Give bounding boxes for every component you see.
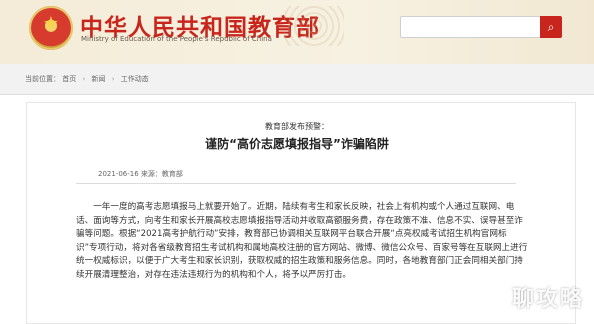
divider	[76, 183, 516, 184]
site-subtitle: Ministry of Education of the People's Re…	[81, 35, 272, 43]
search-box[interactable]: ⌕	[400, 16, 562, 38]
decorative-pattern	[284, 6, 344, 46]
breadcrumb-home[interactable]: 首页	[62, 75, 76, 83]
breadcrumb-separator: ›	[111, 75, 115, 83]
breadcrumb-label: 当前位置：	[25, 75, 60, 83]
breadcrumb-work-news[interactable]: 工作动态	[121, 75, 149, 83]
national-emblem-icon[interactable]: ★	[29, 6, 73, 50]
breadcrumb-bar: 当前位置： 首页 › 新闻 › 工作动态	[0, 64, 594, 95]
search-icon: ⌕	[547, 20, 555, 34]
article-kicker: 教育部发布预警：	[265, 122, 329, 131]
watermark: 聊攻略	[511, 287, 584, 312]
emblem-star-icon: ★	[42, 13, 60, 34]
article-body: 一年一度的高考志愿填报马上就要开始了。近期，陆续有考生和家长反映，社会上有机构或…	[76, 202, 528, 280]
article-meta: 2021-06-16 来源：教育部	[98, 170, 183, 178]
article-title: 谨防“高价志愿填报指导”诈骗陷阱	[205, 137, 389, 151]
breadcrumb: 当前位置： 首页 › 新闻 › 工作动态	[25, 74, 149, 84]
breadcrumb-separator: ›	[82, 75, 86, 83]
search-button[interactable]: ⌕	[540, 16, 562, 38]
site-header: ★ 中华人民共和国教育部 Ministry of Education of th…	[0, 0, 594, 64]
breadcrumb-news[interactable]: 新闻	[92, 75, 106, 83]
